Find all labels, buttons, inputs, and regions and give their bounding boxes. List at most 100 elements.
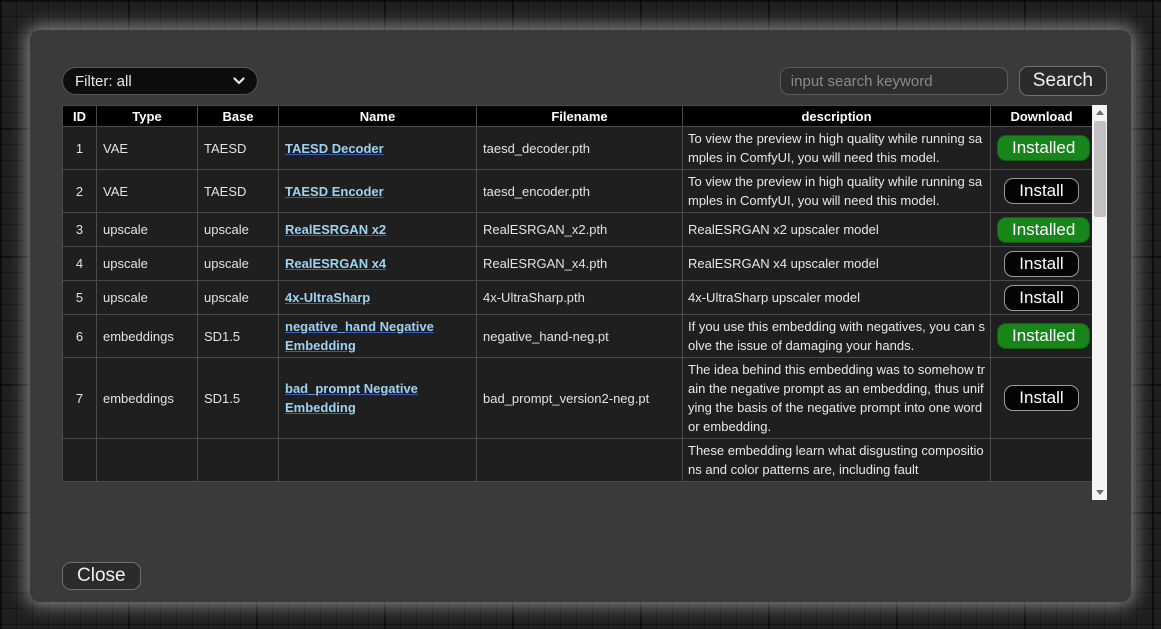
models-table-viewport: ID Type Base Name Filename description D… xyxy=(62,105,1092,500)
model-name-link[interactable]: RealESRGAN x2 xyxy=(285,222,386,237)
model-name-link[interactable]: TAESD Decoder xyxy=(285,141,384,156)
cell-id: 2 xyxy=(63,170,97,213)
installed-button[interactable]: Installed xyxy=(997,217,1090,243)
cell-download: Install xyxy=(991,247,1093,281)
cell-base: upscale xyxy=(198,213,279,247)
cell-filename: RealESRGAN_x2.pth xyxy=(477,213,683,247)
cell-download: Installed xyxy=(991,127,1093,170)
cell-type: embeddings xyxy=(97,315,198,358)
cell-filename: taesd_decoder.pth xyxy=(477,127,683,170)
cell-type: upscale xyxy=(97,281,198,315)
cell-filename: negative_hand-neg.pt xyxy=(477,315,683,358)
dialog-toolbar: Filter: all Search xyxy=(62,66,1107,96)
install-button[interactable]: Install xyxy=(1004,178,1078,204)
cell-filename: RealESRGAN_x4.pth xyxy=(477,247,683,281)
cell-description: RealESRGAN x4 upscaler model xyxy=(683,247,991,281)
header-id: ID xyxy=(63,106,97,127)
install-button[interactable]: Install xyxy=(1004,385,1078,411)
search-button[interactable]: Search xyxy=(1019,66,1107,96)
filter-select[interactable]: Filter: all xyxy=(62,67,258,95)
cell-id: 7 xyxy=(63,358,97,439)
cell-base: upscale xyxy=(198,247,279,281)
cell-base: TAESD xyxy=(198,170,279,213)
table-row: These embedding learn what disgusting co… xyxy=(63,439,1093,482)
scroll-down-button[interactable] xyxy=(1092,485,1107,500)
arrow-up-icon xyxy=(1096,110,1104,115)
model-name-link[interactable]: RealESRGAN x4 xyxy=(285,256,386,271)
model-name-link[interactable]: 4x-UltraSharp xyxy=(285,290,370,305)
table-row: 6 embeddings SD1.5 negative_hand Negativ… xyxy=(63,315,1093,358)
header-type: Type xyxy=(97,106,198,127)
cell-name: 4x-UltraSharp xyxy=(279,281,477,315)
install-button[interactable]: Install xyxy=(1004,251,1078,277)
cell-description: If you use this embedding with negatives… xyxy=(683,315,991,358)
cell-download: Install xyxy=(991,281,1093,315)
table-row: 1 VAE TAESD TAESD Decoder taesd_decoder.… xyxy=(63,127,1093,170)
cell-filename: 4x-UltraSharp.pth xyxy=(477,281,683,315)
scrollbar-thumb[interactable] xyxy=(1094,121,1106,217)
close-button[interactable]: Close xyxy=(62,562,141,590)
scroll-up-button[interactable] xyxy=(1092,105,1107,120)
cell-id: 6 xyxy=(63,315,97,358)
cell-download: Installed xyxy=(991,315,1093,358)
header-base: Base xyxy=(198,106,279,127)
table-body: 1 VAE TAESD TAESD Decoder taesd_decoder.… xyxy=(63,127,1093,482)
cell-description: 4x-UltraSharp upscaler model xyxy=(683,281,991,315)
cell-base: SD1.5 xyxy=(198,315,279,358)
table-row: 2 VAE TAESD TAESD Encoder taesd_encoder.… xyxy=(63,170,1093,213)
cell-type: upscale xyxy=(97,213,198,247)
table-row: 4 upscale upscale RealESRGAN x4 RealESRG… xyxy=(63,247,1093,281)
table-header-row: ID Type Base Name Filename description D… xyxy=(63,106,1093,127)
cell-download xyxy=(991,439,1093,482)
table-row: 3 upscale upscale RealESRGAN x2 RealESRG… xyxy=(63,213,1093,247)
cell-type: VAE xyxy=(97,170,198,213)
dialog-footer: Close xyxy=(62,562,1107,590)
cell-filename: bad_prompt_version2-neg.pt xyxy=(477,358,683,439)
cell-name: RealESRGAN x4 xyxy=(279,247,477,281)
cell-description: The idea behind this embedding was to so… xyxy=(683,358,991,439)
cell-name: TAESD Encoder xyxy=(279,170,477,213)
filter-select-value: Filter: all xyxy=(75,73,132,90)
install-button[interactable]: Install xyxy=(1004,285,1078,311)
header-name: Name xyxy=(279,106,477,127)
cell-description: RealESRGAN x2 upscaler model xyxy=(683,213,991,247)
cell-download: Install xyxy=(991,170,1093,213)
cell-base xyxy=(198,439,279,482)
header-download: Download xyxy=(991,106,1093,127)
installed-button[interactable]: Installed xyxy=(997,323,1090,349)
cell-name: TAESD Decoder xyxy=(279,127,477,170)
cell-type: embeddings xyxy=(97,358,198,439)
model-name-link[interactable]: negative_hand Negative Embedding xyxy=(285,319,434,353)
arrow-down-icon xyxy=(1096,490,1104,495)
table-row: 7 embeddings SD1.5 bad_prompt Negative E… xyxy=(63,358,1093,439)
cell-base: TAESD xyxy=(198,127,279,170)
model-name-link[interactable]: bad_prompt Negative Embedding xyxy=(285,381,418,415)
models-table-container: ID Type Base Name Filename description D… xyxy=(62,105,1107,500)
model-name-link[interactable]: TAESD Encoder xyxy=(285,184,384,199)
chevron-down-icon xyxy=(233,77,245,85)
cell-name xyxy=(279,439,477,482)
cell-filename: taesd_encoder.pth xyxy=(477,170,683,213)
models-table: ID Type Base Name Filename description D… xyxy=(62,105,1092,482)
table-row: 5 upscale upscale 4x-UltraSharp 4x-Ultra… xyxy=(63,281,1093,315)
cell-name: RealESRGAN x2 xyxy=(279,213,477,247)
installed-button[interactable]: Installed xyxy=(997,135,1090,161)
cell-description: To view the preview in high quality whil… xyxy=(683,170,991,213)
table-scrollbar[interactable] xyxy=(1092,105,1107,500)
header-description: description xyxy=(683,106,991,127)
cell-filename xyxy=(477,439,683,482)
cell-name: negative_hand Negative Embedding xyxy=(279,315,477,358)
cell-type xyxy=(97,439,198,482)
cell-base: SD1.5 xyxy=(198,358,279,439)
header-filename: Filename xyxy=(477,106,683,127)
cell-type: VAE xyxy=(97,127,198,170)
cell-id xyxy=(63,439,97,482)
cell-name: bad_prompt Negative Embedding xyxy=(279,358,477,439)
cell-base: upscale xyxy=(198,281,279,315)
cell-id: 4 xyxy=(63,247,97,281)
cell-download: Install xyxy=(991,358,1093,439)
cell-id: 3 xyxy=(63,213,97,247)
search-input[interactable] xyxy=(780,67,1008,95)
install-models-dialog: Filter: all Search ID Type Base xyxy=(30,30,1131,602)
cell-id: 1 xyxy=(63,127,97,170)
